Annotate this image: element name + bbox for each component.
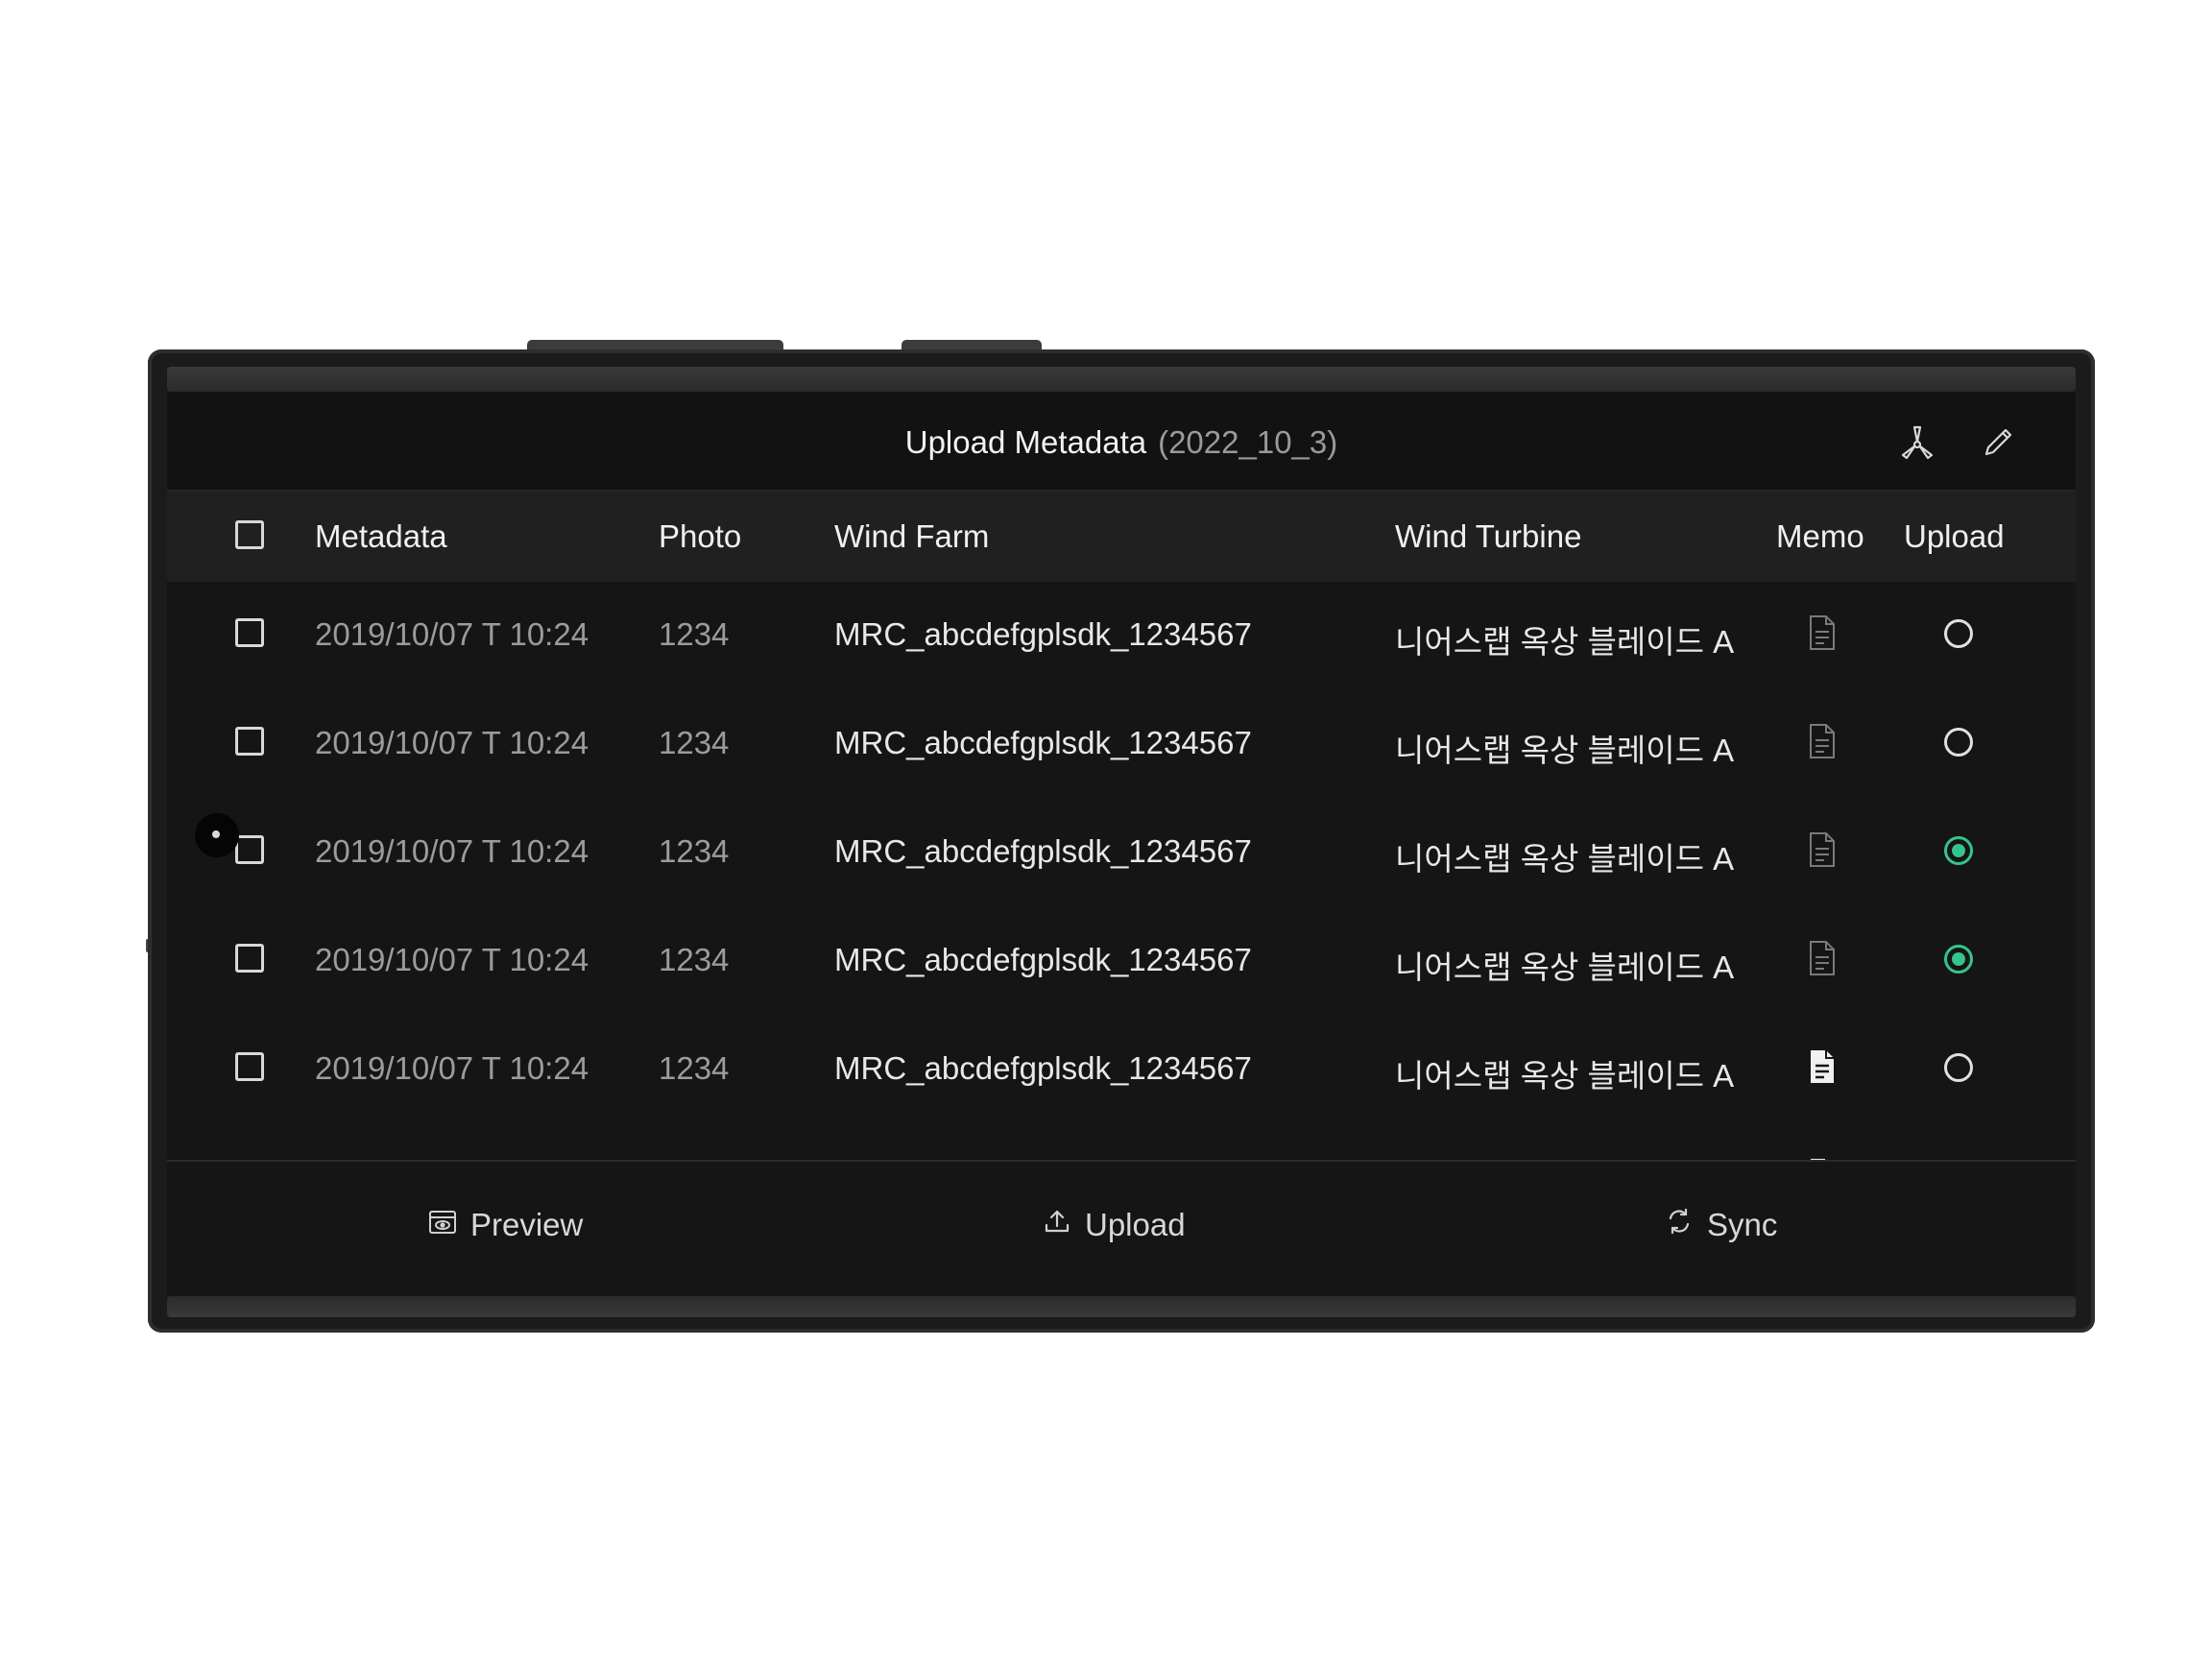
cell-photo: 1234 <box>659 942 730 977</box>
cell-metadata: 2019/10/07 T 10:24 <box>315 942 589 977</box>
column-header-wind-turbine[interactable]: Wind Turbine <box>1395 518 1581 555</box>
cell-wind-farm: MRC_abcdefgplsdk_1234567 <box>834 725 1252 760</box>
cell-photo: 1234 <box>659 1050 730 1086</box>
memo-filled-icon[interactable] <box>1808 1048 1837 1085</box>
cell-metadata: 2019/10/07 T 10:24 <box>315 1050 589 1086</box>
preview-label: Preview <box>470 1207 584 1242</box>
pencil-icon[interactable] <box>1976 421 2020 465</box>
cell-wind-farm: MRC_abcdefgplsdk_1234567 <box>834 942 1252 977</box>
select-all-checkbox[interactable] <box>235 520 264 549</box>
cell-wind-turbine: 니어스랩 옥상 블레이드 A <box>1395 841 1735 877</box>
sync-label: Sync <box>1707 1207 1778 1242</box>
cell-wind-farm: MRC_abcdefgplsdk_1234567 <box>834 616 1252 652</box>
table-row[interactable]: 2019/10/07 T 10:24 1234 MRC_abcdefgplsdk_1… <box>167 799 2076 907</box>
table-row[interactable]: 2019/10/07 T 10:24 1234 MRC_abcdefgplsdk_1… <box>167 907 2076 1016</box>
preview-button[interactable]: Preview <box>428 1206 583 1244</box>
page-title: Upload Metadata (2022_10_3) <box>167 424 2076 461</box>
table-row[interactable]: 2019/10/07 T 10:24 1234 MRC_abcdefgplsdk_1… <box>167 1016 2076 1124</box>
row-checkbox[interactable] <box>235 944 264 973</box>
cell-metadata: 2019/10/07 T 10:24 <box>315 725 589 760</box>
cell-metadata: 2019/10/07 T 10:24 <box>315 616 589 652</box>
row-checkbox[interactable] <box>235 727 264 756</box>
upload-radio[interactable] <box>1944 836 1973 865</box>
upload-radio[interactable] <box>1944 945 1973 974</box>
memo-empty-icon[interactable] <box>1808 831 1837 868</box>
upload-button[interactable]: Upload <box>1043 1206 1186 1244</box>
cell-wind-turbine: 니어스랩 옥상 블레이드 A <box>1395 624 1735 660</box>
cell-photo: 1234 <box>659 833 730 869</box>
upload-icon <box>1043 1207 1071 1243</box>
column-header-wind-farm[interactable]: Wind Farm <box>834 518 989 555</box>
upload-label: Upload <box>1085 1207 1186 1242</box>
row-checkbox[interactable] <box>235 835 264 864</box>
column-header-memo[interactable]: Memo <box>1776 518 1864 555</box>
touch-cursor-indicator <box>195 813 239 857</box>
upload-radio[interactable] <box>1944 619 1973 648</box>
page-title-text: Upload Metadata <box>904 424 1147 460</box>
memo-empty-icon[interactable] <box>1808 940 1837 976</box>
table-body: 2019/10/07 T 10:24 1234 MRC_abcdefgplsdk_1… <box>167 582 2076 1160</box>
sync-button[interactable]: Sync <box>1665 1206 1777 1244</box>
cell-wind-turbine: 니어스랩 옥상 블레이드 A <box>1395 733 1735 768</box>
column-header-metadata[interactable]: Metadata <box>315 518 447 555</box>
cell-wind-farm: MRC_abcdefgplsdk_1234567 <box>834 1050 1252 1086</box>
cell-photo: 1234 <box>659 725 730 760</box>
cell-photo: 1234 <box>659 616 730 652</box>
table-row[interactable]: 2019/10/07 T 10:24 1234 MRC_abcdefgplsdk_1… <box>167 690 2076 799</box>
page-subtitle: (2022_10_3) <box>1158 424 1338 460</box>
memo-empty-icon[interactable] <box>1808 614 1837 651</box>
row-checkbox[interactable] <box>235 618 264 647</box>
table-row[interactable]: 2019/10/07 T 10:24 1234 MRC_abcdefgplsdk_1… <box>167 582 2076 690</box>
cell-wind-farm: MRC_abcdefgplsdk_1234567 <box>834 833 1252 869</box>
upload-radio[interactable] <box>1944 728 1973 757</box>
column-header-photo[interactable]: Photo <box>659 518 741 555</box>
memo-empty-icon[interactable] <box>1808 723 1837 759</box>
bottom-action-bar: Preview Upload Sync <box>167 1162 2076 1296</box>
column-header-upload[interactable]: Upload <box>1904 518 2005 555</box>
row-checkbox[interactable] <box>235 1052 264 1081</box>
app-screen: Upload Metadata (2022_10_3) Metadata Pho… <box>167 392 2076 1296</box>
upload-radio[interactable] <box>1944 1053 1973 1082</box>
device-side-button <box>902 340 1042 349</box>
table-header-row: Metadata Photo Wind Farm Wind Turbine Me… <box>167 492 2076 582</box>
tablet-device-frame: Upload Metadata (2022_10_3) Metadata Pho… <box>148 349 2095 1333</box>
bezel-top <box>167 367 2076 392</box>
bezel-bottom <box>167 1296 2076 1317</box>
table-row[interactable]: 2019/10/07 T 10:241234MRC_abcdefgplsdk_1… <box>167 1124 2076 1160</box>
wind-turbine-icon[interactable] <box>1895 421 1939 465</box>
sync-icon <box>1665 1207 1694 1243</box>
device-side-button <box>527 340 783 349</box>
title-bar: Upload Metadata (2022_10_3) <box>167 392 2076 492</box>
cell-wind-turbine: 니어스랩 옥상 블레이드 A <box>1395 1058 1735 1094</box>
cell-metadata: 2019/10/07 T 10:24 <box>315 833 589 869</box>
cell-wind-turbine: 니어스랩 옥상 블레이드 A <box>1395 950 1735 985</box>
preview-icon <box>428 1207 457 1243</box>
